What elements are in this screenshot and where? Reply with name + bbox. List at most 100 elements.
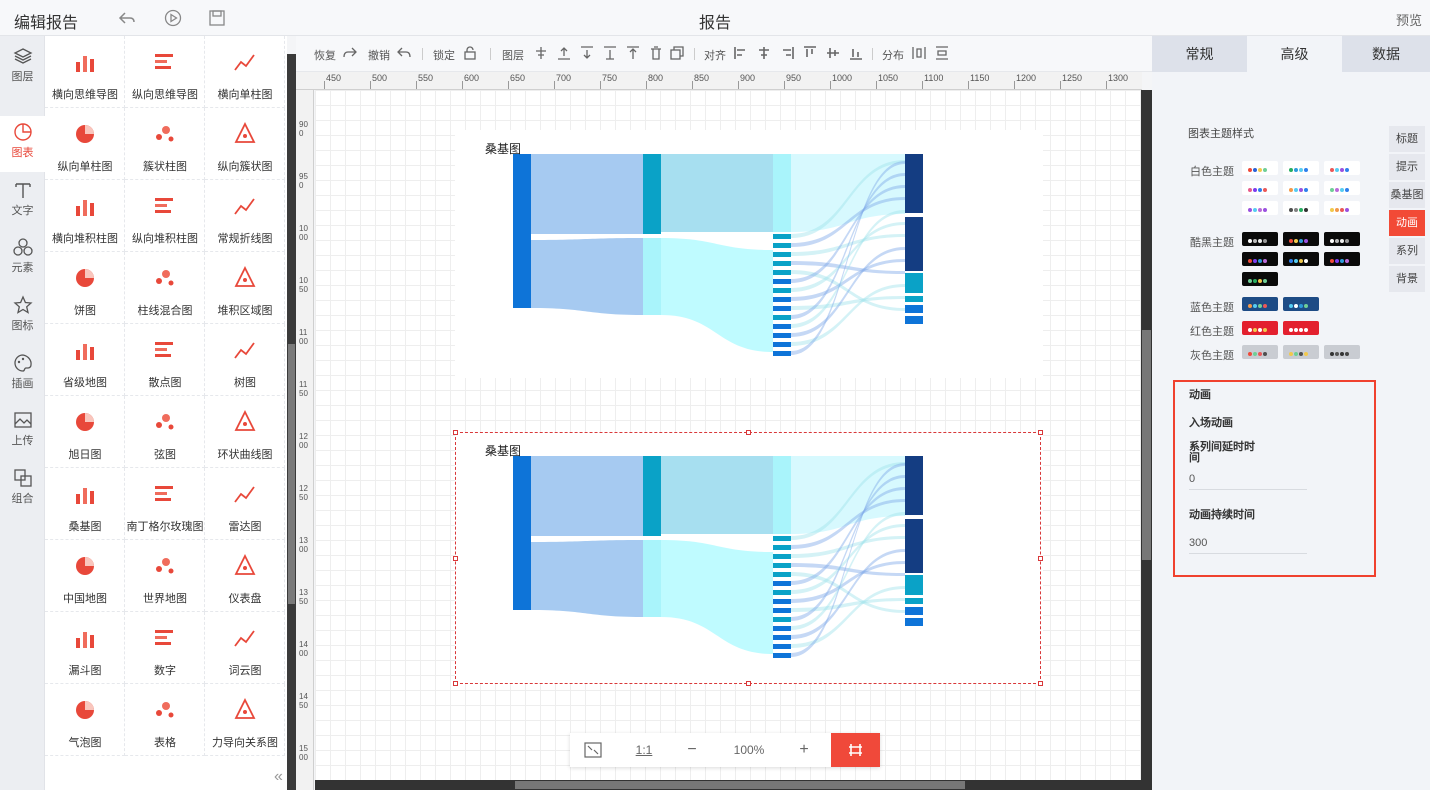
theme-swatch[interactable]	[1283, 345, 1319, 359]
palette-item[interactable]: 弦图	[125, 396, 205, 468]
theme-swatch[interactable]	[1283, 181, 1319, 195]
layer-top-icon[interactable]	[533, 45, 549, 61]
resize-handle[interactable]	[453, 430, 458, 435]
palette-item[interactable]: 旭日图	[45, 396, 125, 468]
align-right-icon[interactable]	[779, 45, 795, 61]
redo-button[interactable]: 恢复	[314, 47, 336, 63]
palette-item[interactable]: 纵向单柱图	[45, 108, 125, 180]
align-left-icon[interactable]	[733, 45, 749, 61]
theme-swatch[interactable]	[1283, 201, 1319, 215]
palette-item[interactable]: 漏斗图	[45, 612, 125, 684]
tab-data[interactable]: 数据	[1342, 36, 1430, 72]
series-delay-input[interactable]: 0	[1189, 468, 1307, 490]
nav-icons[interactable]: 图标	[0, 289, 45, 345]
undo-icon[interactable]	[118, 9, 136, 27]
theme-swatch[interactable]	[1242, 232, 1278, 246]
grid-icon[interactable]	[831, 733, 880, 767]
palette-item[interactable]: 省级地图	[45, 324, 125, 396]
theme-swatch[interactable]	[1283, 297, 1319, 311]
resize-handle[interactable]	[1038, 556, 1043, 561]
nav-text[interactable]: 文字	[0, 174, 45, 230]
play-icon[interactable]	[164, 9, 182, 27]
sankey-chart-1[interactable]: 桑基图	[455, 130, 1043, 378]
palette-item[interactable]: 仪表盘	[205, 540, 285, 612]
palette-item[interactable]: 簇状柱图	[125, 108, 205, 180]
theme-swatch[interactable]	[1324, 181, 1360, 195]
palette-scrollbar[interactable]	[287, 54, 296, 790]
palette-item[interactable]: 数字	[125, 612, 205, 684]
palette-item[interactable]: 桑基图	[45, 468, 125, 540]
lock-icon[interactable]	[462, 45, 478, 61]
palette-item[interactable]: 雷达图	[205, 468, 285, 540]
palette-item[interactable]: 堆积区域图	[205, 252, 285, 324]
zoom-in-button[interactable]: +	[788, 733, 820, 767]
palette-item[interactable]: 饼图	[45, 252, 125, 324]
collapse-panel-icon[interactable]: «	[274, 768, 283, 786]
resize-handle[interactable]	[1038, 430, 1043, 435]
theme-swatch[interactable]	[1283, 252, 1319, 266]
palette-item[interactable]: 南丁格尔玫瑰图	[125, 468, 205, 540]
align-middle-icon[interactable]	[825, 45, 841, 61]
layer-bottom-icon[interactable]	[602, 45, 618, 61]
theme-swatch[interactable]	[1283, 321, 1319, 335]
palette-item[interactable]: 散点图	[125, 324, 205, 396]
nav-group[interactable]: 组合	[0, 462, 45, 518]
theme-swatch[interactable]	[1242, 201, 1278, 215]
tab-advanced[interactable]: 高级	[1247, 36, 1342, 72]
palette-item[interactable]: 横向思维导图	[45, 36, 125, 108]
theme-swatch[interactable]	[1242, 345, 1278, 359]
align-top-icon[interactable]	[802, 45, 818, 61]
distribute-v-icon[interactable]	[934, 45, 950, 61]
resize-handle[interactable]	[453, 556, 458, 561]
palette-item[interactable]: 纵向堆积柱图	[125, 180, 205, 252]
undo-button[interactable]: 撤销	[368, 47, 390, 63]
canvas-horizontal-scrollbar[interactable]	[315, 780, 1141, 790]
side-tab-sankey[interactable]: 桑基图	[1389, 182, 1425, 208]
duration-input[interactable]: 300	[1189, 532, 1307, 554]
save-icon[interactable]	[208, 9, 226, 27]
delete-icon[interactable]	[648, 45, 664, 61]
side-tab-animation[interactable]: 动画	[1389, 210, 1425, 236]
nav-layers[interactable]: 图层	[0, 40, 45, 96]
layer-down-icon[interactable]	[579, 45, 595, 61]
distribute-h-icon[interactable]	[911, 45, 927, 61]
palette-item[interactable]: 气泡图	[45, 684, 125, 756]
side-tab-series[interactable]: 系列	[1389, 238, 1425, 264]
zoom-out-button[interactable]: −	[676, 733, 708, 767]
actual-size-button[interactable]: 1:1	[626, 733, 662, 767]
report-canvas[interactable]: 桑基图 桑基图	[315, 90, 1141, 780]
redo-icon[interactable]	[342, 45, 358, 61]
layer-up-icon[interactable]	[556, 45, 572, 61]
theme-swatch[interactable]	[1324, 252, 1360, 266]
theme-swatch[interactable]	[1324, 345, 1360, 359]
palette-item[interactable]: 柱线混合图	[125, 252, 205, 324]
align-bottom-icon[interactable]	[848, 45, 864, 61]
nav-elements[interactable]: 元素	[0, 231, 45, 287]
theme-swatch[interactable]	[1242, 321, 1278, 335]
palette-item[interactable]: 词云图	[205, 612, 285, 684]
copy-icon[interactable]	[669, 45, 685, 61]
theme-swatch[interactable]	[1324, 201, 1360, 215]
palette-item[interactable]: 纵向簇状图	[205, 108, 285, 180]
palette-item[interactable]: 中国地图	[45, 540, 125, 612]
nav-upload[interactable]: 上传	[0, 404, 45, 460]
side-tab-tooltip[interactable]: 提示	[1389, 154, 1425, 180]
theme-swatch[interactable]	[1324, 161, 1360, 175]
resize-handle[interactable]	[746, 681, 751, 686]
theme-swatch[interactable]	[1242, 252, 1278, 266]
palette-item[interactable]: 常规折线图	[205, 180, 285, 252]
resize-handle[interactable]	[1038, 681, 1043, 686]
align-center-h-icon[interactable]	[756, 45, 772, 61]
preview-button[interactable]: 预览	[1396, 10, 1422, 29]
theme-swatch[interactable]	[1242, 272, 1278, 286]
bring-front-icon[interactable]	[625, 45, 641, 61]
nav-illustrations[interactable]: 插画	[0, 347, 45, 403]
theme-swatch[interactable]	[1283, 161, 1319, 175]
theme-swatch[interactable]	[1242, 161, 1278, 175]
palette-item[interactable]: 世界地图	[125, 540, 205, 612]
side-tab-background[interactable]: 背景	[1389, 266, 1425, 292]
undo-arrow-icon[interactable]	[396, 45, 412, 61]
lock-button[interactable]: 锁定	[433, 47, 455, 63]
resize-handle[interactable]	[453, 681, 458, 686]
palette-item[interactable]: 树图	[205, 324, 285, 396]
